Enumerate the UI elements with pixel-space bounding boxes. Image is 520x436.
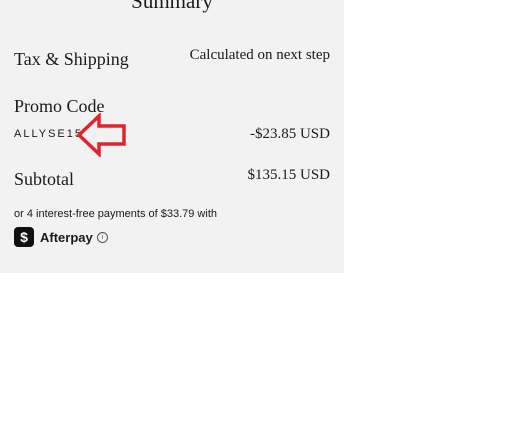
tax-shipping-label: Tax & Shipping	[14, 49, 129, 69]
afterpay-brand-name: Afterpay	[40, 229, 93, 245]
summary-heading: Summary	[131, 0, 213, 13]
info-icon[interactable]: i	[96, 231, 108, 243]
afterpay-installments-text: or 4 interest-free payments of $33.79 wi…	[14, 208, 217, 220]
promo-discount-value: -$23.85 USD	[249, 126, 330, 142]
afterpay-logo-icon: $	[14, 227, 34, 247]
order-summary-panel: Summary Tax & Shipping Calculated on nex…	[0, 0, 344, 273]
left-arrow-outline-icon	[76, 113, 126, 157]
tax-shipping-value: Calculated on next step	[189, 47, 330, 63]
subtotal-label: Subtotal	[14, 169, 75, 189]
afterpay-brand: $ Afterpay i	[14, 227, 108, 247]
subtotal-value: $135.15 USD	[247, 167, 330, 183]
promo-code-value: ALLYSE15	[14, 128, 84, 140]
